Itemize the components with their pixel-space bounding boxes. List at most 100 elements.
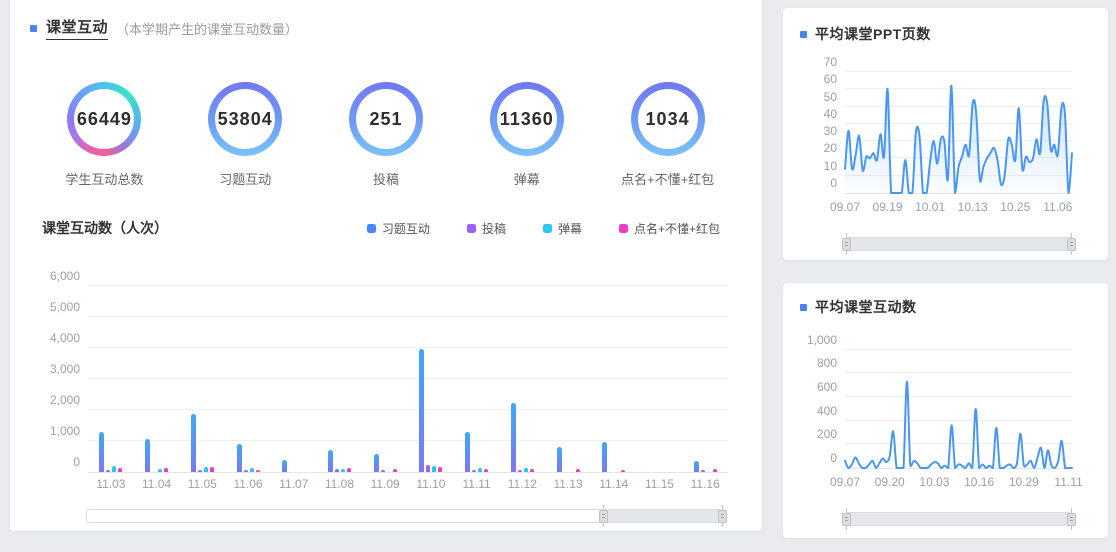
x-axis-label: 11.06 [1043, 200, 1072, 214]
bar[interactable] [701, 470, 705, 472]
stat-ring: 11360 [490, 82, 564, 156]
bar[interactable] [145, 439, 150, 472]
x-axis-label: 11.09 [362, 477, 408, 491]
zoom-slider-selection[interactable] [603, 510, 722, 522]
ppt-pages-line-chart[interactable]: 010203040506070 [845, 65, 1072, 194]
bar[interactable] [472, 470, 476, 472]
bar-chart-zoom-slider[interactable] [86, 509, 723, 523]
bar[interactable] [118, 468, 122, 472]
page-subtitle: （本学期产生的课堂互动数量） [116, 19, 298, 38]
y-axis-label: 1,000 [781, 333, 837, 347]
bar[interactable] [524, 468, 528, 472]
bar[interactable] [164, 468, 168, 472]
bar[interactable] [335, 469, 339, 472]
x-axis-label: 11.10 [408, 477, 454, 491]
bar[interactable] [511, 403, 516, 472]
panel-title: 平均课堂互动数 [815, 297, 917, 317]
line-series[interactable] [845, 345, 1072, 468]
bar[interactable] [530, 469, 534, 472]
bar[interactable] [106, 470, 110, 472]
legend-item[interactable]: 弹幕 [543, 220, 582, 237]
bar[interactable] [518, 470, 522, 472]
bar[interactable] [198, 470, 202, 472]
x-axis-label: 11.11 [454, 477, 500, 491]
bar[interactable] [576, 469, 580, 472]
bar[interactable] [621, 470, 625, 472]
x-axis-label: 11.03 [88, 477, 134, 491]
bar-group [591, 274, 637, 472]
x-axis-label: 10.03 [919, 475, 949, 489]
bar[interactable] [112, 466, 116, 472]
bar[interactable] [347, 468, 351, 472]
x-axis-label: 09.07 [830, 200, 860, 214]
bar[interactable] [419, 349, 424, 472]
bar[interactable] [557, 447, 562, 472]
legend-item[interactable]: 投稿 [467, 220, 506, 237]
bar[interactable] [210, 467, 214, 472]
panel-header: 课堂互动 （本学期产生的课堂互动数量） [30, 16, 298, 40]
zoom-slider-handle-icon[interactable] [599, 505, 608, 527]
x-axis-label: 11.05 [179, 477, 225, 491]
bar-group [271, 274, 317, 472]
legend-item[interactable]: 习题互动 [367, 220, 430, 237]
bar[interactable] [250, 468, 254, 472]
bar[interactable] [694, 461, 699, 472]
bar-chart-legend: 习题互动 投稿 弹幕 点名+不懂+红包 [367, 220, 720, 237]
bar-group [179, 274, 225, 472]
title-bullet-icon [800, 304, 807, 311]
bar[interactable] [374, 454, 379, 472]
bar[interactable] [381, 470, 385, 472]
bar[interactable] [341, 469, 345, 472]
zoom-slider-selection[interactable] [846, 238, 1071, 250]
bar[interactable] [282, 460, 287, 472]
bar[interactable] [191, 414, 196, 472]
ppt-chart-zoom-slider[interactable] [845, 237, 1072, 251]
bar-chart[interactable]: 01,0002,0003,0004,0005,0006,000 [88, 274, 728, 473]
bar[interactable] [204, 467, 208, 472]
panel-header: 平均课堂互动数 [800, 297, 917, 317]
zoom-slider-handle-icon[interactable] [718, 505, 727, 527]
bar[interactable] [426, 465, 430, 472]
bar[interactable] [438, 467, 442, 472]
bar[interactable] [484, 469, 488, 472]
bar[interactable] [432, 466, 436, 472]
zoom-slider-handle-icon[interactable] [1067, 508, 1076, 530]
dashboard: 课堂互动 （本学期产生的课堂互动数量） 66449学生互动总数53804习题互动… [0, 0, 1116, 552]
stat-label: 习题互动 [219, 169, 271, 188]
bar[interactable] [237, 444, 242, 472]
bar[interactable] [478, 468, 482, 472]
x-axis-label: 10.25 [1000, 200, 1030, 214]
line-series[interactable] [845, 65, 1072, 193]
stat-value: 1034 [646, 109, 690, 130]
avg-interactions-line-chart[interactable]: 02004006008001,000 [845, 345, 1072, 469]
stat-3: 251投稿 [316, 82, 457, 188]
bar[interactable] [602, 442, 607, 472]
y-axis-label: 0 [781, 451, 837, 465]
bar[interactable] [713, 469, 717, 472]
bar[interactable] [99, 432, 104, 472]
bar[interactable] [244, 470, 248, 472]
y-axis-label: 3,000 [24, 362, 80, 376]
avg-chart-zoom-slider[interactable] [845, 512, 1072, 526]
zoom-slider-handle-icon[interactable] [842, 508, 851, 530]
bar[interactable] [393, 469, 397, 472]
bar[interactable] [158, 469, 162, 472]
bar-group [317, 274, 363, 472]
zoom-slider-handle-icon[interactable] [842, 233, 851, 255]
bar-group [362, 274, 408, 472]
stat-label: 弹幕 [514, 169, 540, 188]
bar[interactable] [256, 470, 260, 472]
stat-ring: 66449 [67, 82, 141, 156]
legend-marker-icon [619, 224, 628, 233]
y-axis-label: 800 [781, 356, 837, 370]
zoom-slider-handle-icon[interactable] [1067, 233, 1076, 255]
bar[interactable] [465, 432, 470, 472]
bar-group [225, 274, 271, 472]
page-title: 课堂互动 [46, 16, 108, 40]
zoom-slider-selection[interactable] [846, 513, 1071, 525]
legend-item[interactable]: 点名+不懂+红包 [619, 220, 720, 237]
legend-label: 点名+不懂+红包 [634, 220, 720, 237]
bar[interactable] [328, 450, 333, 472]
y-axis-label: 50 [781, 90, 837, 104]
x-axis-label: 09.19 [873, 200, 903, 214]
